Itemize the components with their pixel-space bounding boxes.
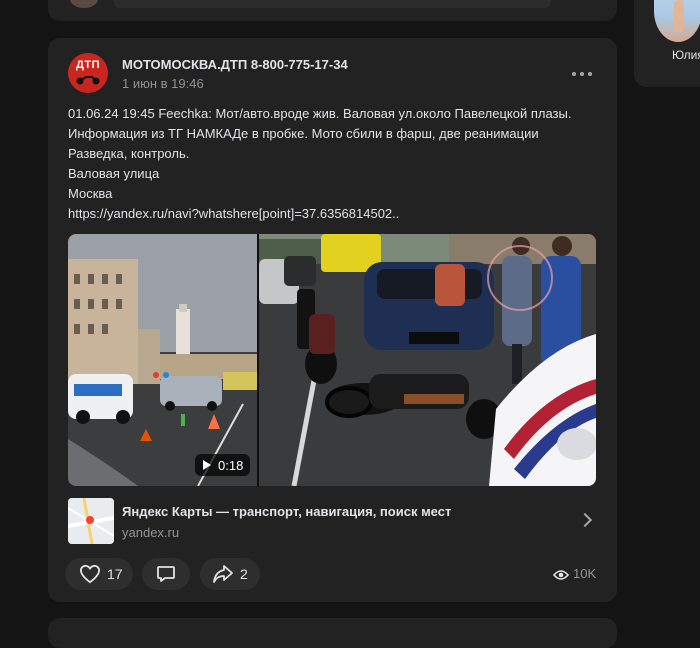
post-card: ДТП МОТОМОСКВА.ДТП 8-800-775-17-34 1 июн… [48, 38, 617, 602]
post-text-line: Валовая улица [68, 166, 160, 181]
share-count: 2 [240, 566, 248, 582]
like-count: 17 [107, 566, 123, 582]
video-duration: 0:18 [218, 458, 244, 473]
views-counter: 10K [553, 566, 605, 584]
post-text-line: Москва [68, 186, 113, 201]
link-title[interactable]: Яндекс Карты — транспорт, навигация, пои… [122, 504, 451, 519]
motorcycle-icon [76, 76, 100, 85]
friends-widget: Юлия [634, 0, 700, 87]
photo-thumbnail[interactable] [259, 234, 596, 486]
previous-post-avatar[interactable] [70, 0, 98, 8]
post-date[interactable]: 1 июн в 19:46 [122, 76, 204, 91]
post-text-line: 01.06.24 19:45 Feechka: Мот/авто.вроде ж… [68, 106, 572, 121]
post-text-line: Разведка, контроль. [68, 146, 190, 161]
next-post-card [48, 618, 617, 648]
previous-post-card [48, 0, 617, 21]
like-button[interactable]: 17 [65, 558, 133, 590]
map-icon [68, 498, 114, 544]
post-text-line: Информация из ТГ НАМКАДе в пробке. Мото … [68, 126, 539, 141]
previous-post-comment-input[interactable] [114, 0, 551, 8]
video-thumbnail[interactable]: 0:18 [68, 234, 257, 486]
heart-icon [79, 564, 101, 584]
post-media-grid: 0:18 [68, 234, 596, 486]
friend-name[interactable]: Юлия [672, 48, 700, 62]
eye-icon [553, 570, 569, 580]
more-options-button[interactable] [570, 68, 594, 82]
play-icon [203, 460, 211, 470]
video-duration-badge: 0:18 [195, 454, 250, 476]
views-count: 10K [573, 566, 597, 581]
more-horizontal-icon [572, 72, 576, 76]
comment-icon [157, 566, 175, 582]
share-icon [213, 565, 233, 583]
post-author-name[interactable]: МОТОМОСКВА.ДТП 8-800-775-17-34 [122, 57, 348, 72]
video-scene-street [68, 234, 257, 486]
post-link-url[interactable]: https://yandex.ru/navi?whatshere[point]=… [68, 204, 603, 224]
link-domain: yandex.ru [122, 525, 180, 540]
share-button[interactable]: 2 [200, 558, 260, 590]
photo-scene-accident [259, 234, 596, 486]
link-snippet[interactable]: Яндекс Карты — транспорт, навигация, пои… [68, 498, 596, 546]
avatar-logo-text: ДТП [76, 59, 100, 71]
comment-button[interactable] [142, 558, 190, 590]
post-text: 01.06.24 19:45 Feechka: Мот/авто.вроде ж… [68, 104, 603, 224]
friend-avatar[interactable] [654, 0, 700, 42]
author-avatar[interactable]: ДТП [68, 53, 108, 93]
chevron-right-icon [577, 512, 593, 528]
yandex-maps-thumbnail [68, 498, 114, 544]
